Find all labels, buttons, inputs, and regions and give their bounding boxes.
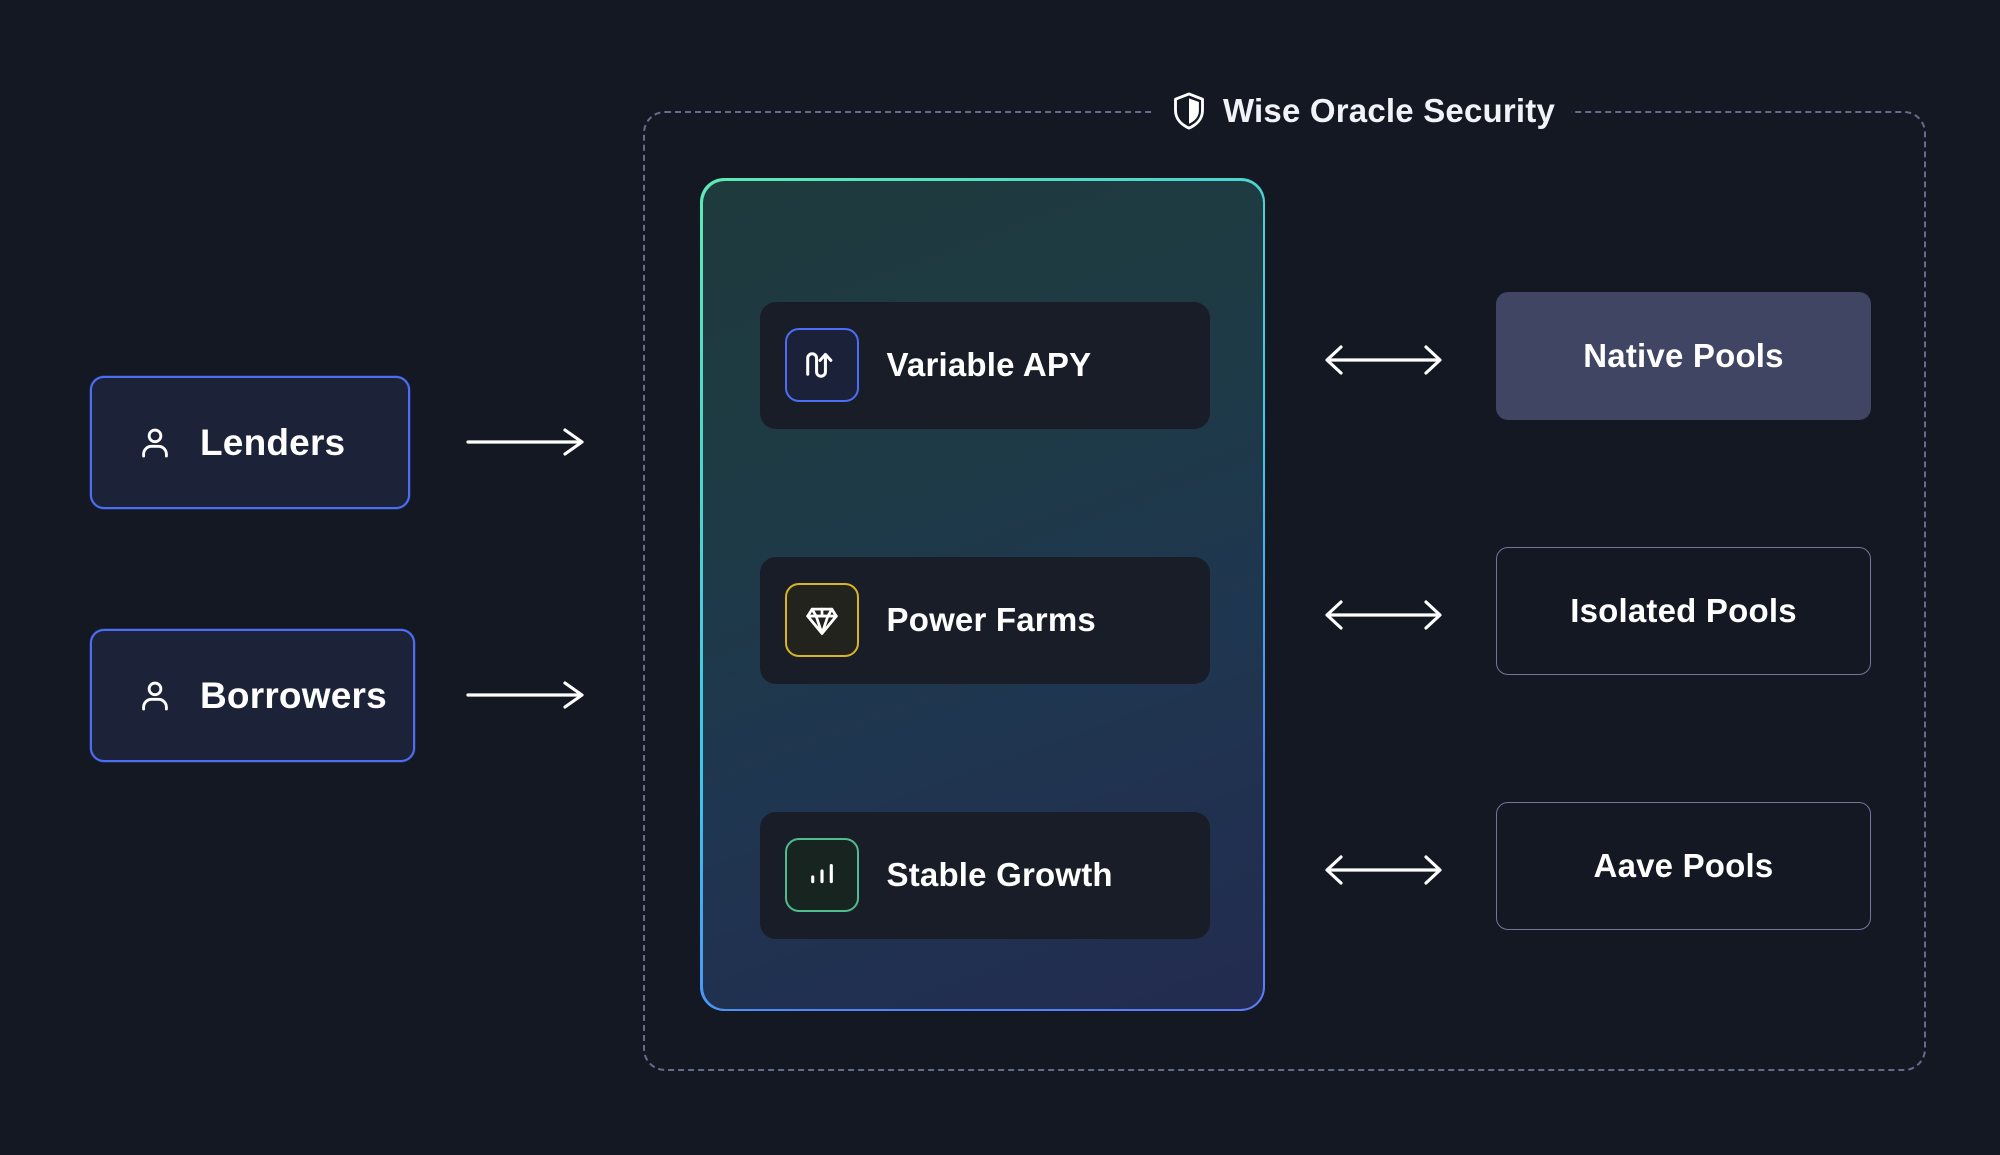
feature-card-power-farms[interactable]: Power Farms bbox=[759, 556, 1210, 684]
feature-label-variable-apy: Variable APY bbox=[886, 346, 1092, 383]
feature-label-power-farms: Power Farms bbox=[886, 601, 1096, 638]
power-farms-to-isolated-pools-arrow bbox=[1325, 600, 1442, 630]
actor-box-borrowers[interactable]: Borrowers bbox=[90, 629, 415, 762]
variable-apy-icon-frame bbox=[784, 328, 859, 402]
diamond-gem-icon bbox=[805, 607, 838, 635]
feature-card-stable-growth[interactable]: Stable Growth bbox=[759, 811, 1210, 939]
pool-label-isolated-pools: Isolated Pools bbox=[1570, 592, 1797, 629]
stable-growth-icon-frame bbox=[784, 838, 859, 912]
diagram-canvas: Lenders Borrowers Wise Oracle Security V… bbox=[0, 0, 2000, 1155]
feature-card-variable-apy[interactable]: Variable APY bbox=[759, 301, 1210, 429]
variable-apy-to-native-pools-arrow bbox=[1325, 345, 1442, 375]
feature-panel: Variable APY Power Farms Stable Growth bbox=[700, 178, 1265, 1011]
variable-apy-arrow-icon bbox=[805, 352, 832, 378]
bar-chart-icon bbox=[810, 864, 833, 884]
shield-icon bbox=[1174, 92, 1204, 130]
power-farms-icon-frame bbox=[784, 583, 859, 657]
person-icon bbox=[142, 681, 168, 710]
stable-growth-to-aave-pools-arrow bbox=[1325, 855, 1442, 885]
lenders-to-platform-arrow bbox=[466, 428, 584, 456]
borrowers-to-platform-arrow bbox=[466, 681, 584, 709]
security-title-group: Wise Oracle Security bbox=[1155, 86, 1572, 136]
actor-label-lenders: Lenders bbox=[200, 421, 346, 463]
security-title-label: Wise Oracle Security bbox=[1223, 92, 1556, 129]
pool-box-isolated-pools[interactable]: Isolated Pools bbox=[1496, 547, 1871, 675]
pool-label-native-pools: Native Pools bbox=[1583, 337, 1784, 374]
pool-box-aave-pools[interactable]: Aave Pools bbox=[1496, 802, 1871, 930]
actor-label-borrowers: Borrowers bbox=[200, 674, 387, 716]
feature-label-stable-growth: Stable Growth bbox=[886, 856, 1113, 893]
feature-panel-inner: Variable APY Power Farms Stable Growth bbox=[702, 180, 1263, 1009]
actor-box-lenders[interactable]: Lenders bbox=[90, 376, 410, 509]
pool-box-native-pools[interactable]: Native Pools bbox=[1496, 292, 1871, 420]
pool-label-aave-pools: Aave Pools bbox=[1593, 847, 1774, 884]
person-icon bbox=[142, 428, 168, 457]
